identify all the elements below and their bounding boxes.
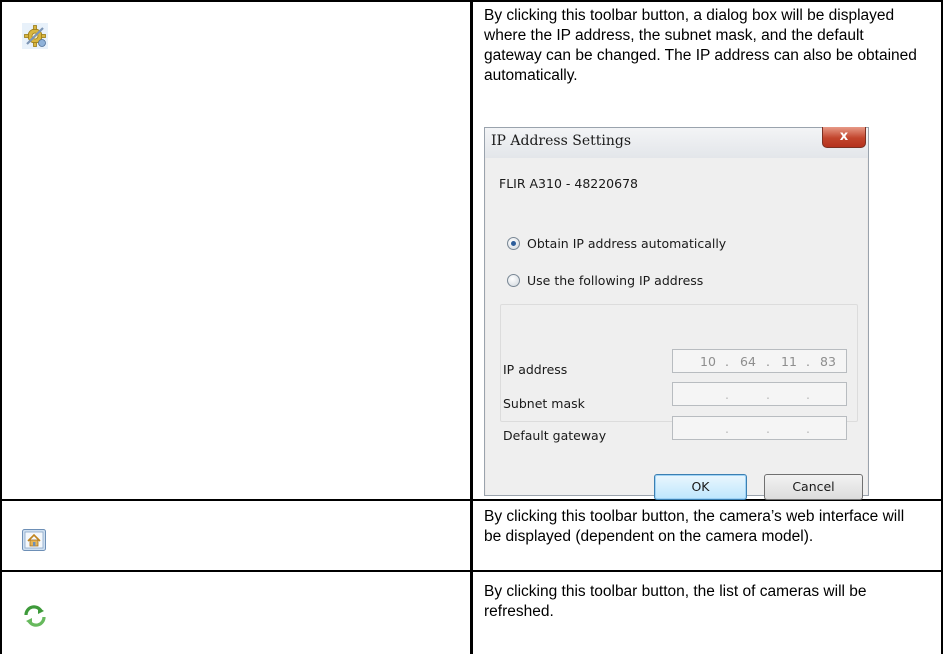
ip-octet: 64 (740, 354, 756, 369)
obtain-ip-automatically-radio[interactable] (507, 237, 520, 250)
refresh-icon (22, 604, 48, 633)
table-row: By clicking this toolbar button, the lis… (0, 572, 943, 654)
close-button[interactable]: x (822, 127, 866, 148)
dialog-body: FLIR A310 - 48220678 Obtain IP address a… (486, 158, 867, 500)
obtain-ip-automatically-label[interactable]: Obtain IP address automatically (527, 236, 726, 251)
cancel-button[interactable]: Cancel (764, 474, 863, 500)
default-gateway-field[interactable]: . . . (672, 416, 847, 440)
octet-separator: . (806, 421, 810, 436)
web-interface-icon (22, 529, 46, 556)
ip-address-label: IP address (503, 362, 568, 377)
ip-octet: 10 (700, 354, 716, 369)
ip-octet: 83 (820, 354, 836, 369)
octet-separator: . (725, 354, 729, 369)
ip-address-settings-dialog: IP Address Settings x FLIR A310 - 482206… (484, 127, 869, 500)
table-row: By clicking this toolbar button, the cam… (0, 501, 943, 571)
use-following-ip-radio[interactable] (507, 274, 520, 287)
ip-address-field[interactable]: 10 . 64 . 11 . 83 (672, 349, 847, 373)
default-gateway-label: Default gateway (503, 428, 607, 443)
device-name: FLIR A310 - 48220678 (499, 176, 638, 191)
octet-separator: . (806, 354, 810, 369)
dialog-title: IP Address Settings (491, 133, 631, 149)
octet-separator: . (725, 421, 729, 436)
octet-separator: . (766, 387, 770, 402)
ip-octet: 11 (781, 354, 797, 369)
use-following-ip-label[interactable]: Use the following IP address (527, 273, 703, 288)
table-row: By clicking this toolbar button, a dialo… (0, 2, 943, 500)
toolbar-reference-table: By clicking this toolbar button, a dialo… (0, 0, 943, 654)
subnet-mask-label: Subnet mask (503, 396, 585, 411)
octet-separator: . (806, 387, 810, 402)
ok-button[interactable]: OK (654, 474, 747, 500)
octet-separator: . (725, 387, 729, 402)
octet-separator: . (766, 421, 770, 436)
row-description: By clicking this toolbar button, the lis… (484, 583, 867, 620)
close-icon: x (839, 129, 849, 144)
subnet-mask-field[interactable]: . . . (672, 382, 847, 406)
row-description: By clicking this toolbar button, the cam… (484, 508, 905, 545)
network-settings-icon (22, 23, 48, 54)
dialog-titlebar: IP Address Settings x (485, 127, 868, 158)
octet-separator: . (766, 354, 770, 369)
row-description: By clicking this toolbar button, a dialo… (484, 7, 917, 84)
